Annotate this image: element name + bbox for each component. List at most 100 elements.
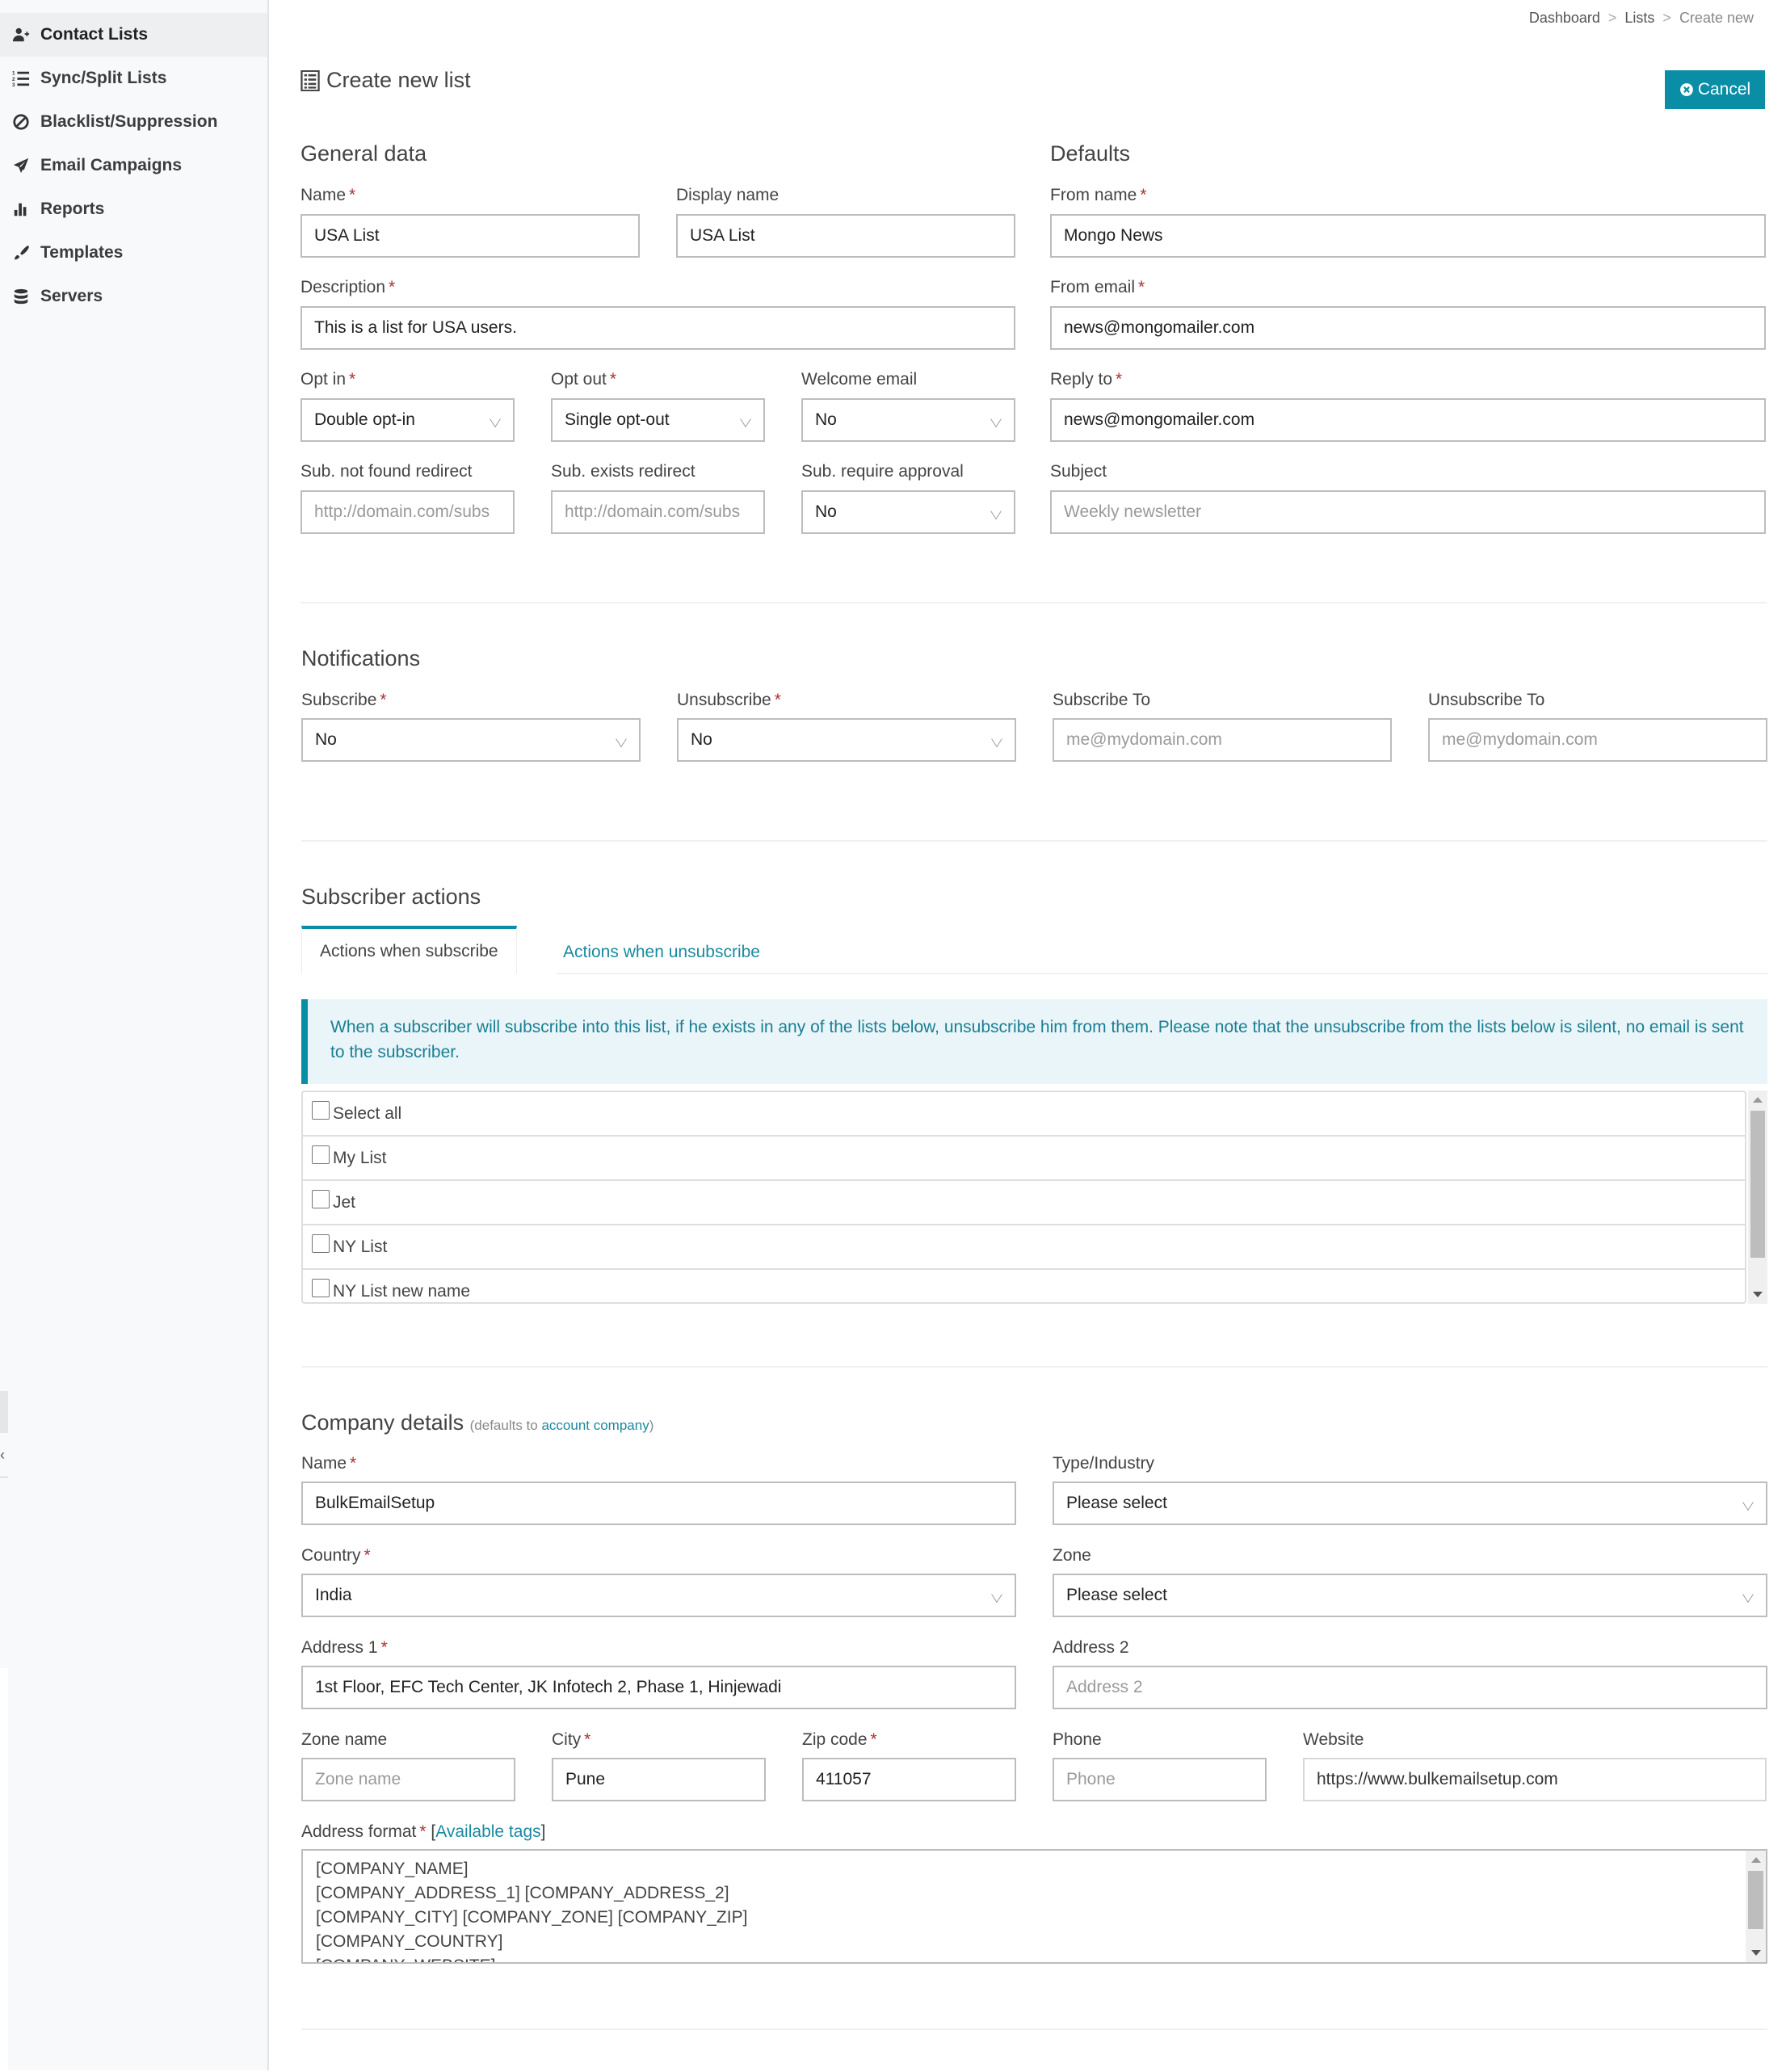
sidebar-item-reports[interactable]: Reports bbox=[0, 187, 267, 231]
sidebar-item-blacklist[interactable]: Blacklist/Suppression bbox=[0, 100, 267, 144]
available-tags-link[interactable]: Available tags bbox=[435, 1822, 540, 1841]
unsubscribe-notify-select[interactable]: No bbox=[677, 718, 1016, 762]
from-email-input[interactable]: news@mongomailer.com bbox=[1050, 306, 1766, 350]
sidebar-item-templates[interactable]: Templates bbox=[0, 231, 267, 275]
checkbox[interactable] bbox=[312, 1234, 330, 1253]
address1-input[interactable]: 1st Floor, EFC Tech Center, JK Infotech … bbox=[301, 1666, 1016, 1709]
zone-name-input[interactable]: Zone name bbox=[301, 1758, 515, 1801]
display-name-label: Display name bbox=[676, 186, 780, 204]
sub-approval-select[interactable]: No bbox=[801, 490, 1015, 534]
checkbox[interactable] bbox=[312, 1101, 330, 1120]
subscribe-to-input[interactable]: me@mydomain.com bbox=[1053, 718, 1392, 762]
address2-input[interactable]: Address 2 bbox=[1053, 1666, 1767, 1709]
breadcrumb-separator: > bbox=[1607, 10, 1617, 26]
from-email-label: From email * bbox=[1050, 278, 1145, 296]
scroll-up-icon[interactable] bbox=[1750, 1857, 1761, 1863]
scroll-down-icon[interactable] bbox=[1750, 1950, 1761, 1956]
opt-in-label: Opt in * bbox=[300, 370, 356, 389]
section-divider bbox=[300, 602, 1767, 603]
sidebar-item-contact-lists[interactable]: Contact Lists bbox=[0, 13, 267, 57]
section-divider bbox=[301, 1366, 1767, 1368]
sidebar-item-label: Templates bbox=[40, 243, 124, 262]
paper-plane-icon bbox=[11, 156, 31, 175]
svg-text:1: 1 bbox=[12, 70, 15, 76]
sidebar-item-sync-split-lists[interactable]: 123 Sync/Split Lists bbox=[0, 57, 267, 100]
opt-in-select[interactable]: Double opt-in bbox=[300, 398, 515, 442]
breadcrumb-dashboard[interactable]: Dashboard bbox=[1529, 10, 1600, 26]
scroll-up-icon[interactable] bbox=[1753, 1097, 1763, 1103]
name-label: Name * bbox=[300, 186, 356, 204]
breadcrumb-lists[interactable]: Lists bbox=[1624, 10, 1654, 26]
subscribe-notify-select[interactable]: No bbox=[301, 718, 641, 762]
breadcrumb: Dashboard > Lists > Create new bbox=[1529, 10, 1754, 27]
website-input[interactable]: https://www.bulkemailsetup.com bbox=[1303, 1758, 1767, 1801]
section-divider bbox=[301, 840, 1767, 842]
address1-label: Address 1 * bbox=[301, 1638, 388, 1657]
description-input[interactable]: This is a list for USA users. bbox=[300, 306, 1015, 350]
sub-exists-label: Sub. exists redirect bbox=[551, 462, 695, 481]
section-divider bbox=[301, 2028, 1767, 2030]
sidebar-nav: Contact Lists 123 Sync/Split Lists Black… bbox=[0, 13, 267, 318]
phone-input[interactable]: Phone bbox=[1053, 1758, 1267, 1801]
display-name-input[interactable]: USA List bbox=[676, 214, 1015, 258]
sidebar-item-email-campaigns[interactable]: Email Campaigns bbox=[0, 144, 267, 187]
address-format-line: [COMPANY_CITY] [COMPANY_ZONE] [COMPANY_Z… bbox=[316, 1908, 748, 1927]
zone-select[interactable]: Please select bbox=[1053, 1574, 1767, 1617]
sidebar-collapse-button[interactable]: ‹ bbox=[0, 1433, 8, 1477]
company-name-input[interactable]: BulkEmailSetup bbox=[301, 1482, 1016, 1525]
company-name-label: Name * bbox=[301, 1454, 357, 1473]
sidebar-item-label: Sync/Split Lists bbox=[40, 69, 167, 87]
sidebar-item-label: Blacklist/Suppression bbox=[40, 112, 218, 131]
address-format-line: [COMPANY_ADDRESS_1] [COMPANY_ADDRESS_2] bbox=[316, 1884, 729, 1902]
reply-to-input[interactable]: news@mongomailer.com bbox=[1050, 398, 1766, 442]
welcome-email-label: Welcome email bbox=[801, 370, 918, 389]
scroll-down-icon[interactable] bbox=[1753, 1292, 1763, 1297]
scroll-thumb[interactable] bbox=[1748, 1871, 1763, 1929]
name-input[interactable]: USA List bbox=[300, 214, 640, 258]
svg-text:2: 2 bbox=[12, 77, 15, 82]
description-label: Description * bbox=[300, 278, 396, 296]
list-item[interactable]: Select all bbox=[303, 1092, 1745, 1137]
account-company-link[interactable]: account company bbox=[541, 1418, 649, 1433]
from-name-input[interactable]: Mongo News bbox=[1050, 214, 1766, 258]
list-item[interactable]: NY List bbox=[303, 1225, 1745, 1270]
tab-actions-unsubscribe[interactable]: Actions when unsubscribe bbox=[545, 928, 778, 977]
type-industry-label: Type/Industry bbox=[1053, 1454, 1155, 1473]
breadcrumb-current: Create new bbox=[1679, 10, 1754, 26]
website-label: Website bbox=[1303, 1730, 1364, 1749]
checkbox[interactable] bbox=[312, 1145, 330, 1164]
list-item[interactable]: NY List new name bbox=[303, 1270, 1745, 1302]
textarea-scrollbar[interactable] bbox=[1746, 1851, 1766, 1962]
type-industry-select[interactable]: Please select bbox=[1053, 1482, 1767, 1525]
sidebar-item-label: Reports bbox=[40, 200, 105, 218]
sidebar-item-servers[interactable]: Servers bbox=[0, 275, 267, 318]
checklist-scrollbar[interactable] bbox=[1748, 1091, 1767, 1304]
scroll-thumb[interactable] bbox=[1750, 1111, 1765, 1258]
subject-input[interactable]: Weekly newsletter bbox=[1050, 490, 1766, 534]
country-select[interactable]: India bbox=[301, 1574, 1016, 1617]
tab-actions-subscribe[interactable]: Actions when subscribe bbox=[301, 926, 517, 974]
checkbox[interactable] bbox=[312, 1279, 330, 1297]
opt-out-select[interactable]: Single opt-out bbox=[551, 398, 765, 442]
user-plus-icon bbox=[11, 25, 31, 44]
sub-exists-input[interactable]: http://domain.com/subs bbox=[551, 490, 765, 534]
unsubscribe-to-input[interactable]: me@mydomain.com bbox=[1428, 718, 1767, 762]
sidebar: Contact Lists 123 Sync/Split Lists Black… bbox=[0, 0, 269, 2072]
address-format-textarea[interactable]: [COMPANY_NAME] [COMPANY_ADDRESS_1] [COMP… bbox=[301, 1849, 1767, 1964]
city-input[interactable]: Pune bbox=[552, 1758, 766, 1801]
list-item[interactable]: Jet bbox=[303, 1181, 1745, 1225]
checkbox[interactable] bbox=[312, 1190, 330, 1208]
zone-label: Zone bbox=[1053, 1546, 1091, 1565]
list-item[interactable]: My List bbox=[303, 1137, 1745, 1181]
subject-label: Subject bbox=[1050, 462, 1107, 481]
cancel-button[interactable]: Cancel bbox=[1665, 70, 1765, 109]
page-title-text: Create new list bbox=[326, 68, 471, 92]
welcome-email-select[interactable]: No bbox=[801, 398, 1015, 442]
subscribe-to-label: Subscribe To bbox=[1053, 691, 1151, 709]
page-title: Create new list bbox=[300, 68, 471, 93]
lists-checklist: Select all My List Jet NY List NY List n… bbox=[301, 1091, 1746, 1304]
zip-input[interactable]: 411057 bbox=[802, 1758, 1016, 1801]
sidebar-item-label: Contact Lists bbox=[40, 25, 149, 44]
company-defaults-note: (defaults to account company) bbox=[469, 1418, 654, 1433]
sub-not-found-input[interactable]: http://domain.com/subs bbox=[300, 490, 515, 534]
